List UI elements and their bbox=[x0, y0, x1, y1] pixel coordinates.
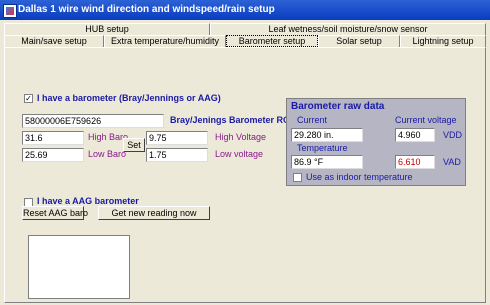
aag-barometer-label: I have a AAG barometer bbox=[37, 196, 139, 206]
vad-field[interactable]: 6.610 bbox=[395, 155, 435, 169]
rom-id-field[interactable]: 58000006E759626 bbox=[22, 114, 164, 128]
high-baro-field[interactable]: 31.6 bbox=[22, 131, 84, 145]
tab-extra-temperature-humidity[interactable]: Extra temperature/humidity bbox=[104, 35, 226, 47]
tab-hub-setup[interactable]: HUB setup bbox=[4, 23, 210, 35]
current-pressure-field[interactable]: 29.280 in. bbox=[291, 128, 363, 142]
title-bar: Dallas 1 wire wind direction and windspe… bbox=[0, 0, 490, 20]
current-voltage-label: Current voltage bbox=[395, 115, 457, 125]
low-voltage-label: Low voltage bbox=[215, 149, 264, 159]
use-indoor-temp-label: Use as indoor temperature bbox=[306, 172, 413, 182]
temperature-label: Temperature bbox=[297, 143, 348, 153]
low-voltage-field[interactable]: 1.75 bbox=[146, 148, 208, 162]
current-voltage-field[interactable]: 4.960 bbox=[395, 128, 435, 142]
window-title: Dallas 1 wire wind direction and windspe… bbox=[18, 4, 275, 15]
tab-row-1: HUB setup Leaf wetness/soil moisture/sno… bbox=[4, 23, 486, 35]
set-button[interactable]: Set bbox=[123, 138, 145, 152]
output-memo[interactable] bbox=[28, 235, 130, 299]
low-baro-field[interactable]: 25.69 bbox=[22, 148, 84, 162]
have-barometer-checkbox[interactable]: ✓ bbox=[24, 94, 33, 103]
tab-leaf-wetness[interactable]: Leaf wetness/soil moisture/snow sensor bbox=[210, 23, 486, 35]
tab-barometer-setup[interactable]: Barometer setup bbox=[226, 35, 318, 47]
reset-aag-baro-button[interactable]: Reset AAG baro bbox=[22, 206, 88, 220]
get-new-reading-button[interactable]: Get new reading now bbox=[98, 206, 210, 220]
have-barometer-label: I have a barometer (Bray/Jennings or AAG… bbox=[37, 93, 221, 103]
barometer-raw-data-panel: Barometer raw data Current Current volta… bbox=[286, 98, 466, 186]
current-label: Current bbox=[297, 115, 328, 125]
low-baro-label: Low Baro bbox=[88, 149, 127, 159]
vad-label: VAD bbox=[443, 157, 461, 167]
use-indoor-temp-checkbox[interactable] bbox=[293, 173, 302, 182]
high-voltage-field[interactable]: 9.75 bbox=[146, 131, 208, 145]
tab-main-save-setup[interactable]: Main/save setup bbox=[4, 35, 104, 47]
app-icon bbox=[3, 4, 17, 18]
raw-data-title: Barometer raw data bbox=[291, 101, 385, 112]
tab-row-2: Main/save setup Extra temperature/humidi… bbox=[4, 35, 486, 47]
tab-solar-setup[interactable]: Solar setup bbox=[318, 35, 400, 47]
high-voltage-label: High Voltage bbox=[215, 132, 267, 142]
tab-lightning-setup[interactable]: Lightning setup bbox=[400, 35, 486, 47]
vdd-label: VDD bbox=[443, 130, 463, 140]
temperature-field[interactable]: 86.9 °F bbox=[291, 155, 363, 169]
